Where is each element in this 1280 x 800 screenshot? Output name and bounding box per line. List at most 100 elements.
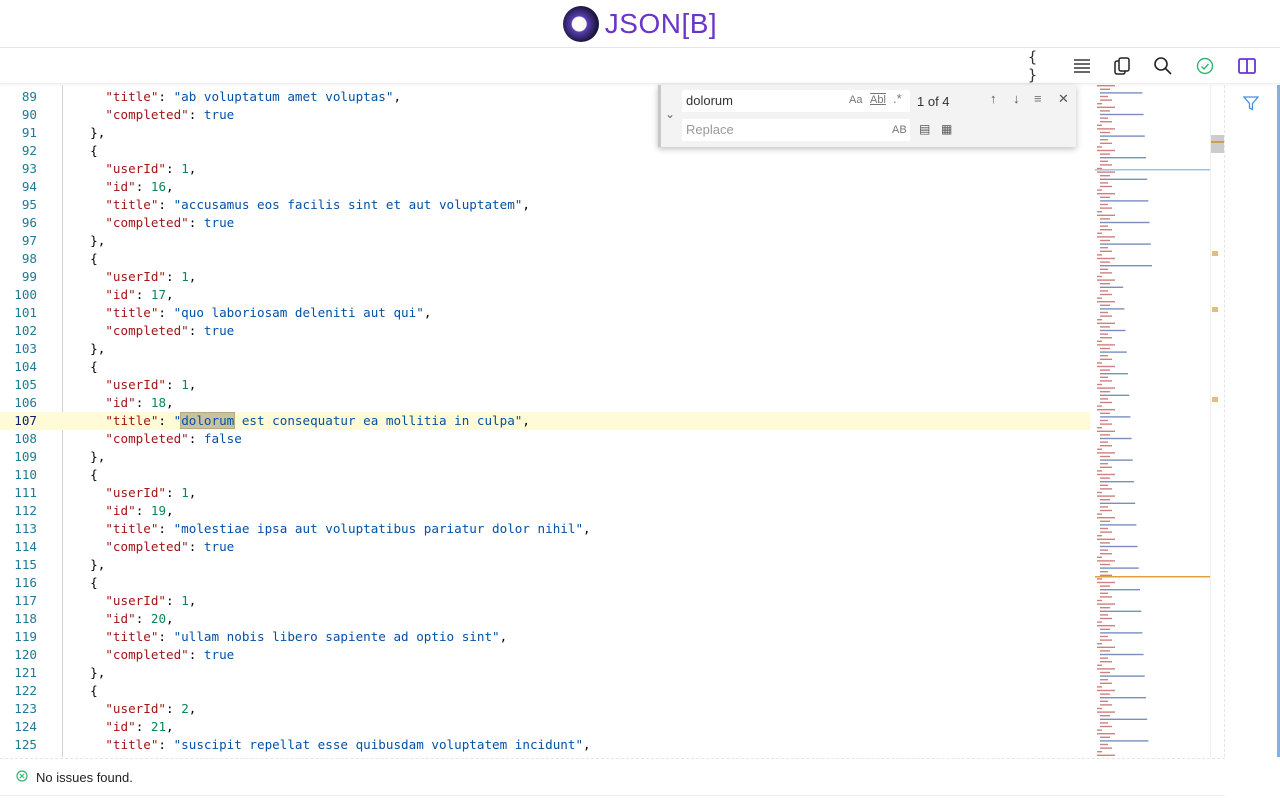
- code-line[interactable]: 109 },: [0, 448, 1090, 466]
- minimap-line: [1100, 502, 1136, 504]
- line-code: "completed": false: [105, 431, 242, 446]
- code-line[interactable]: 122 {: [0, 682, 1090, 700]
- minimap-line: [1097, 344, 1115, 346]
- code-line[interactable]: 95 "title": "accusamus eos facilis sint …: [0, 196, 1090, 214]
- code-line[interactable]: 125 "title": "suscipit repellat esse qui…: [0, 736, 1090, 754]
- code-line[interactable]: 100 "id": 17,: [0, 286, 1090, 304]
- code-line[interactable]: 98 {: [0, 250, 1090, 268]
- minimap-line: [1100, 250, 1112, 252]
- minimap[interactable]: [1095, 85, 1210, 757]
- code-line[interactable]: 114 "completed": true: [0, 538, 1090, 556]
- list-icon[interactable]: [1070, 54, 1094, 78]
- code-line[interactable]: 104 {: [0, 358, 1090, 376]
- minimap-line: [1100, 441, 1108, 443]
- code-line[interactable]: 107 "title": "dolorum est consequatur ea…: [0, 412, 1090, 430]
- code-line[interactable]: 121 },: [0, 664, 1090, 682]
- code-line[interactable]: 120 "completed": true: [0, 646, 1090, 664]
- code-line[interactable]: 117 "userId": 1,: [0, 592, 1090, 610]
- minimap-line: [1097, 430, 1115, 432]
- line-code: },: [75, 341, 106, 356]
- toggle-replace-chevron-icon[interactable]: ⌄: [665, 107, 675, 121]
- code-line[interactable]: 116 {: [0, 574, 1090, 592]
- minimap-line: [1100, 632, 1143, 634]
- minimap-line: [1100, 617, 1112, 620]
- line-code: {: [75, 143, 98, 158]
- whole-word-toggle[interactable]: Abl: [870, 94, 886, 106]
- code-line[interactable]: 115 },: [0, 556, 1090, 574]
- code-line[interactable]: 102 "completed": true: [0, 322, 1090, 340]
- code-line[interactable]: 112 "id": 19,: [0, 502, 1090, 520]
- code-editor[interactable]: 89 "title": "ab voluptatum amet voluptas…: [0, 85, 1090, 757]
- line-number: 115: [14, 557, 37, 572]
- code-line[interactable]: 123 "userId": 2,: [0, 700, 1090, 718]
- minimap-line: [1100, 308, 1125, 310]
- vertical-scrollbar[interactable]: [1210, 85, 1224, 757]
- line-number: 91: [21, 125, 37, 140]
- match-case-toggle[interactable]: Aa: [849, 94, 862, 106]
- code-line[interactable]: 113 "title": "molestiae ipsa aut volupta…: [0, 520, 1090, 538]
- line-number: 109: [14, 449, 37, 464]
- code-line[interactable]: 101 "title": "quo laboriosam deleniti au…: [0, 304, 1090, 322]
- close-icon[interactable]: ✕: [1058, 91, 1069, 107]
- minimap-line: [1100, 607, 1110, 609]
- copy-icon[interactable]: [1110, 54, 1134, 78]
- scrollbar-thumb[interactable]: [1211, 135, 1224, 153]
- minimap-line: [1097, 491, 1102, 494]
- minimap-line: [1100, 445, 1112, 447]
- replace-input[interactable]: Replace: [681, 118, 911, 142]
- logo-icon: [562, 5, 599, 42]
- minimap-line: [1097, 149, 1115, 152]
- minimap-line: [1097, 448, 1102, 450]
- filter-icon[interactable]: [1242, 95, 1260, 116]
- minimap-line: [1097, 387, 1115, 389]
- minimap-line: [1097, 322, 1115, 324]
- code-line[interactable]: 124 "id": 21,: [0, 718, 1090, 736]
- check-circle-icon[interactable]: [1193, 54, 1217, 78]
- minimap-line: [1100, 412, 1110, 414]
- line-code: "title": "accusamus eos facilis sint et …: [105, 197, 530, 212]
- line-code: },: [75, 557, 106, 572]
- minimap-line: [1100, 477, 1110, 479]
- find-in-selection-icon[interactable]: ≡: [1034, 91, 1042, 106]
- minimap-line: [1100, 92, 1143, 94]
- code-line[interactable]: 93 "userId": 1,: [0, 160, 1090, 178]
- minimap-line: [1100, 567, 1139, 569]
- minimap-line: [1100, 455, 1110, 458]
- split-view-icon[interactable]: [1235, 54, 1259, 78]
- minimap-line: [1097, 146, 1102, 148]
- code-line[interactable]: 105 "userId": 1,: [0, 376, 1090, 394]
- line-number: 117: [14, 593, 37, 608]
- minimap-line: [1100, 196, 1110, 198]
- minimap-line: [1100, 549, 1108, 551]
- preserve-case-toggle[interactable]: AB: [892, 124, 907, 136]
- search-icon[interactable]: [1151, 54, 1175, 78]
- code-line[interactable]: 94 "id": 16,: [0, 178, 1090, 196]
- replace-all-icon[interactable]: ▦: [941, 122, 952, 136]
- minimap-line: [1097, 254, 1102, 256]
- regex-toggle[interactable]: .*: [893, 91, 902, 106]
- minimap-line: [1100, 283, 1110, 285]
- replace-one-icon[interactable]: ▤: [919, 122, 930, 136]
- code-line[interactable]: 97 },: [0, 232, 1090, 250]
- code-line[interactable]: 103 },: [0, 340, 1090, 358]
- minimap-line: [1100, 88, 1110, 90]
- code-line[interactable]: 110 {: [0, 466, 1090, 484]
- line-number: 123: [14, 701, 37, 716]
- format-braces-icon[interactable]: { }: [1028, 48, 1052, 84]
- code-line[interactable]: 119 "title": "ullam nobis libero sapient…: [0, 628, 1090, 646]
- code-line[interactable]: 108 "completed": false: [0, 430, 1090, 448]
- code-line[interactable]: 118 "id": 20,: [0, 610, 1090, 628]
- code-line[interactable]: 106 "id": 18,: [0, 394, 1090, 412]
- minimap-line: [1100, 553, 1112, 555]
- minimap-line: [1100, 520, 1110, 522]
- code-line[interactable]: 111 "userId": 1,: [0, 484, 1090, 502]
- previous-match-icon[interactable]: ↑: [990, 91, 997, 106]
- minimap-line: [1100, 95, 1108, 98]
- code-line[interactable]: 99 "userId": 1,: [0, 268, 1090, 286]
- minimap-line: [1100, 315, 1112, 317]
- minimap-line: [1100, 653, 1144, 656]
- minimap-line: [1100, 203, 1108, 206]
- next-match-icon[interactable]: ↓: [1013, 91, 1020, 106]
- minimap-line: [1097, 621, 1102, 623]
- code-line[interactable]: 96 "completed": true: [0, 214, 1090, 232]
